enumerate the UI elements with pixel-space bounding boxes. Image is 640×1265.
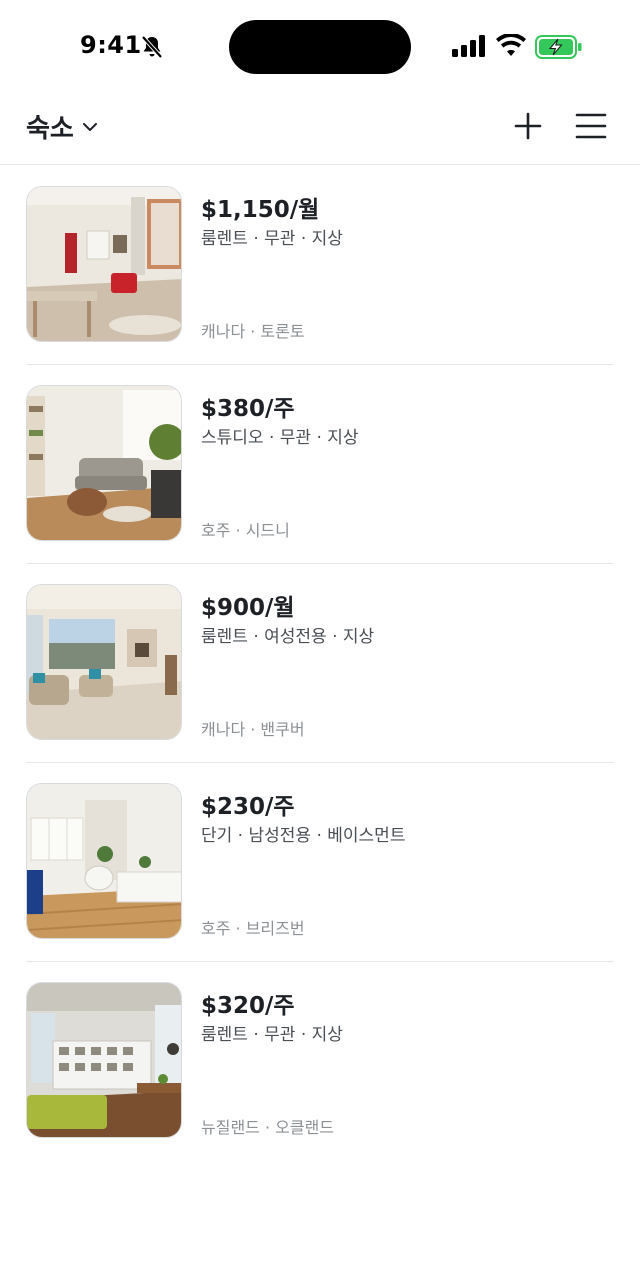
listing-photo bbox=[26, 982, 182, 1138]
listing-photo bbox=[26, 783, 182, 939]
listing-item[interactable]: $1,150/월 룸렌트 · 무관 · 지상 캐나다 · 토론토 bbox=[26, 166, 614, 365]
listing-item[interactable]: $230/주 단기 · 남성전용 · 베이스먼트 호주 · 브리즈번 bbox=[26, 763, 614, 962]
listing-list: $1,150/월 룸렌트 · 무관 · 지상 캐나다 · 토론토 $380/주 … bbox=[0, 166, 640, 1161]
listing-tags: 룸렌트 · 무관 · 지상 bbox=[201, 1025, 343, 1045]
accommodation-dropdown[interactable]: 숙소 bbox=[26, 106, 100, 146]
listing-price: $380/주 bbox=[201, 396, 295, 422]
chevron-down-icon bbox=[82, 123, 97, 131]
listing-price: $900/월 bbox=[201, 595, 295, 621]
listing-tags: 단기 · 남성전용 · 베이스먼트 bbox=[201, 826, 406, 846]
page-title: 숙소 bbox=[26, 113, 74, 144]
listing-location: 호주 · 시드니 bbox=[201, 521, 290, 540]
wifi-icon bbox=[496, 34, 526, 56]
hamburger-menu-icon[interactable] bbox=[572, 108, 610, 144]
listing-tags: 룸렌트 · 무관 · 지상 bbox=[201, 229, 343, 249]
listing-photo bbox=[26, 385, 182, 541]
status-time: 9:41 bbox=[80, 31, 142, 59]
dynamic-island bbox=[229, 20, 411, 74]
listing-price: $230/주 bbox=[201, 794, 295, 820]
listing-price: $1,150/월 bbox=[201, 197, 320, 223]
listing-item[interactable]: $320/주 룸렌트 · 무관 · 지상 뉴질랜드 · 오클랜드 bbox=[26, 962, 614, 1161]
listing-photo bbox=[26, 584, 182, 740]
status-bar: 9:41 bbox=[0, 0, 640, 92]
listing-location: 캐나다 · 밴쿠버 bbox=[201, 720, 305, 739]
listing-price: $320/주 bbox=[201, 993, 295, 1019]
listing-location: 호주 · 브리즈번 bbox=[201, 919, 305, 938]
bell-muted-icon bbox=[141, 35, 163, 59]
listing-location: 뉴질랜드 · 오클랜드 bbox=[201, 1118, 335, 1137]
listing-tags: 스튜디오 · 무관 · 지상 bbox=[201, 428, 359, 448]
listing-item[interactable]: $380/주 스튜디오 · 무관 · 지상 호주 · 시드니 bbox=[26, 365, 614, 564]
add-listing-button[interactable] bbox=[510, 108, 546, 144]
app-header: 숙소 bbox=[0, 92, 640, 165]
listing-photo bbox=[26, 186, 182, 342]
listing-location: 캐나다 · 토론토 bbox=[201, 322, 305, 341]
cellular-signal-icon bbox=[452, 35, 485, 57]
listing-tags: 룸렌트 · 여성전용 · 지상 bbox=[201, 627, 375, 647]
listing-item[interactable]: $900/월 룸렌트 · 여성전용 · 지상 캐나다 · 밴쿠버 bbox=[26, 564, 614, 763]
battery-charging-icon bbox=[535, 35, 582, 59]
